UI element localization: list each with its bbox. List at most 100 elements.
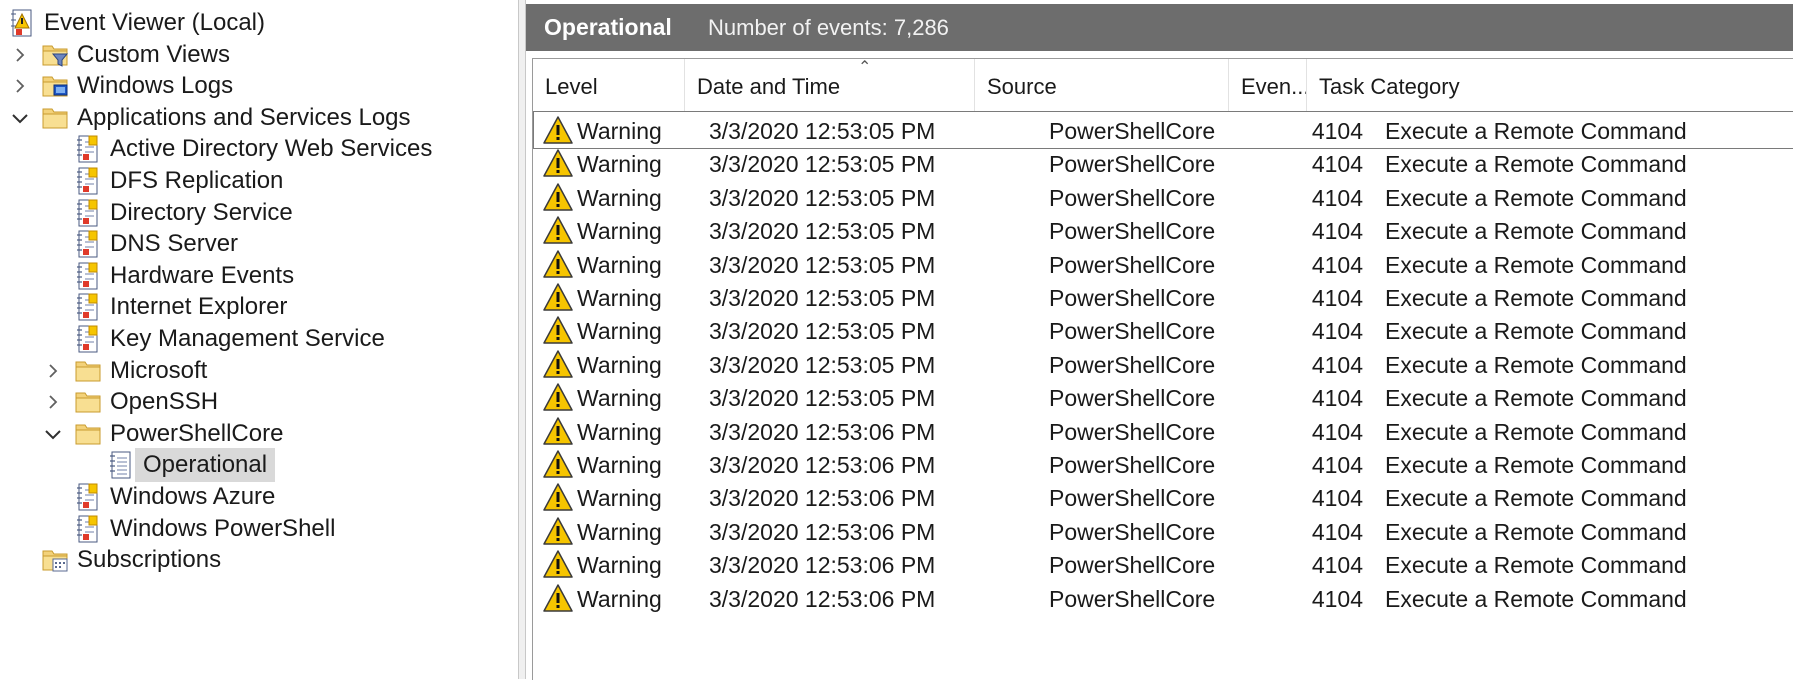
event-viewer-window: Event Viewer (Local) Custom Views Windows …	[0, 0, 1793, 680]
event-source: PowerShellCore	[1049, 385, 1216, 412]
log-icon	[74, 514, 102, 544]
event-level: Warning	[577, 251, 662, 278]
chevron-right-icon[interactable]	[42, 385, 64, 419]
tree-item-directory-service[interactable]: Directory Service	[0, 196, 516, 230]
tree-item-operational[interactable]: Operational	[0, 448, 516, 483]
event-row[interactable]: Warning 3/3/2020 12:53:06 PM PowerShellCor…	[533, 478, 1793, 516]
event-id: 4104	[1311, 585, 1363, 612]
event-level: Warning	[577, 385, 662, 412]
event-source: PowerShellCore	[1049, 184, 1216, 211]
event-source: PowerShellCore	[1049, 285, 1216, 311]
grid-header: Level Date and Time ⌃ Source Even... Tas…	[533, 59, 1793, 111]
event-task-category: Execute a Remote Command	[1385, 251, 1687, 278]
log-title-bar: Operational Number of events: 7,286	[526, 4, 1793, 51]
tree-item-label: Directory Service	[110, 198, 293, 226]
column-header-task-category[interactable]: Task Category	[1307, 59, 1793, 111]
tree-item-dfs-replication[interactable]: DFS Replication	[0, 164, 516, 198]
tree-item-active-directory-web-services[interactable]: Active Directory Web Services	[0, 132, 516, 166]
event-row[interactable]: Warning 3/3/2020 12:53:05 PM PowerShellCor…	[533, 278, 1793, 316]
column-header-level[interactable]: Level	[533, 59, 685, 111]
column-header-date-time[interactable]: Date and Time	[685, 59, 975, 111]
event-row[interactable]: Warning 3/3/2020 12:53:06 PM PowerShellCor…	[533, 512, 1793, 550]
tree-item-openssh[interactable]: OpenSSH	[0, 385, 516, 419]
event-row[interactable]: Warning 3/3/2020 12:53:05 PM PowerShellCor…	[533, 311, 1793, 349]
event-row[interactable]: Warning 3/3/2020 12:53:05 PM PowerShellCor…	[533, 178, 1793, 216]
event-level: Warning	[577, 218, 662, 245]
chevron-right-icon[interactable]	[9, 38, 31, 72]
event-row[interactable]: Warning 3/3/2020 12:53:05 PM PowerShellCor…	[533, 245, 1793, 283]
folder-icon	[41, 103, 69, 133]
event-row[interactable]: Warning 3/3/2020 12:53:06 PM PowerShellCor…	[533, 545, 1793, 583]
event-source: PowerShellCore	[1049, 351, 1216, 378]
tree-item-label: Windows PowerShell	[110, 514, 336, 542]
event-task-category: Execute a Remote Command	[1385, 218, 1687, 245]
chevron-right-icon[interactable]	[9, 69, 31, 103]
tree-item-label: Operational	[135, 448, 276, 483]
chevron-down-icon[interactable]	[9, 101, 31, 135]
chevron-right-icon[interactable]	[42, 354, 64, 388]
tree-item-custom-views[interactable]: Custom Views	[0, 38, 516, 72]
pane-splitter[interactable]	[518, 0, 526, 679]
tree-item-key-management-service[interactable]: Key Management Service	[0, 322, 516, 356]
event-id: 4104	[1311, 452, 1363, 478]
warning-icon	[543, 350, 573, 378]
log-icon	[74, 166, 102, 196]
event-source: PowerShellCore	[1049, 418, 1216, 445]
tree-item-windows-logs[interactable]: Windows Logs	[0, 69, 516, 103]
column-header-date-time-label: Date and Time	[697, 74, 841, 99]
event-level: Warning	[577, 184, 662, 211]
warning-icon	[543, 517, 573, 545]
log-view-pane: Operational Number of events: 7,286 Leve…	[526, 0, 1793, 680]
column-header-event-id[interactable]: Even...	[1229, 59, 1307, 111]
tree-item-powershellcore[interactable]: PowerShellCore	[0, 417, 516, 451]
event-row[interactable]: Warning 3/3/2020 12:53:05 PM PowerShellCor…	[533, 211, 1793, 249]
folder-icon	[74, 356, 102, 386]
tree-item-label: Event Viewer (Local)	[44, 9, 265, 36]
log-icon	[74, 482, 102, 512]
chevron-down-icon[interactable]	[42, 417, 64, 451]
event-source: PowerShellCore	[1049, 251, 1216, 278]
column-header-source[interactable]: Source	[975, 59, 1229, 111]
tree-item-dns-server[interactable]: DNS Server	[0, 227, 516, 261]
warning-icon	[543, 483, 573, 512]
event-level: Warning	[577, 518, 662, 545]
events-grid: Level Date and Time ⌃ Source Even... Tas…	[532, 58, 1793, 680]
event-level: Warning	[577, 318, 662, 345]
event-task-category: Execute a Remote Command	[1385, 351, 1687, 378]
event-level: Warning	[577, 118, 662, 144]
event-date-time: 3/3/2020 12:53:06 PM	[709, 518, 936, 545]
event-level: Warning	[577, 552, 662, 579]
event-date-time: 3/3/2020 12:53:05 PM	[709, 151, 936, 178]
event-row[interactable]: Warning 3/3/2020 12:53:06 PM PowerShellCor…	[533, 445, 1793, 483]
subscriptions-icon	[41, 545, 69, 575]
event-task-category: Execute a Remote Command	[1385, 552, 1687, 579]
tree-item-label: Microsoft	[110, 356, 208, 384]
tree-item-internet-explorer[interactable]: Internet Explorer	[0, 290, 516, 324]
warning-icon	[543, 583, 573, 612]
event-date-time: 3/3/2020 12:53:05 PM	[709, 184, 936, 211]
tree-item-subscriptions[interactable]: Subscriptions	[0, 543, 516, 577]
tree-item-label: Subscriptions	[77, 546, 222, 574]
warning-icon	[543, 116, 573, 144]
event-level: Warning	[577, 151, 662, 178]
event-row[interactable]: Warning 3/3/2020 12:53:06 PM PowerShellCor…	[533, 579, 1793, 617]
tree-item-windows-powershell[interactable]: Windows PowerShell	[0, 512, 516, 546]
tree-item-event-viewer-local[interactable]: Event Viewer (Local)	[0, 6, 516, 40]
event-source: PowerShellCore	[1049, 151, 1216, 178]
event-row[interactable]: Warning 3/3/2020 12:53:05 PM PowerShellCor…	[533, 345, 1793, 383]
event-row[interactable]: Warning 3/3/2020 12:53:06 PM PowerShellCor…	[533, 412, 1793, 450]
event-row[interactable]: Warning 3/3/2020 12:53:05 PM PowerShellCor…	[533, 378, 1793, 416]
event-row[interactable]: Warning 3/3/2020 12:53:05 PM PowerShellCor…	[533, 111, 1793, 149]
event-row[interactable]: Warning 3/3/2020 12:53:05 PM PowerShellCor…	[533, 144, 1793, 182]
tree-item-applications-and-services-logs[interactable]: Applications and Services Logs	[0, 101, 516, 135]
event-id: 4104	[1311, 285, 1363, 311]
event-date-time: 3/3/2020 12:53:05 PM	[709, 218, 936, 245]
event-id: 4104	[1311, 552, 1363, 579]
event-level: Warning	[577, 351, 662, 378]
tree-item-windows-azure[interactable]: Windows Azure	[0, 480, 516, 514]
tree-item-microsoft[interactable]: Microsoft	[0, 354, 516, 388]
warning-icon	[543, 249, 573, 278]
warning-icon	[543, 416, 573, 445]
event-task-category: Execute a Remote Command	[1385, 485, 1687, 512]
tree-item-hardware-events[interactable]: Hardware Events	[0, 259, 516, 293]
